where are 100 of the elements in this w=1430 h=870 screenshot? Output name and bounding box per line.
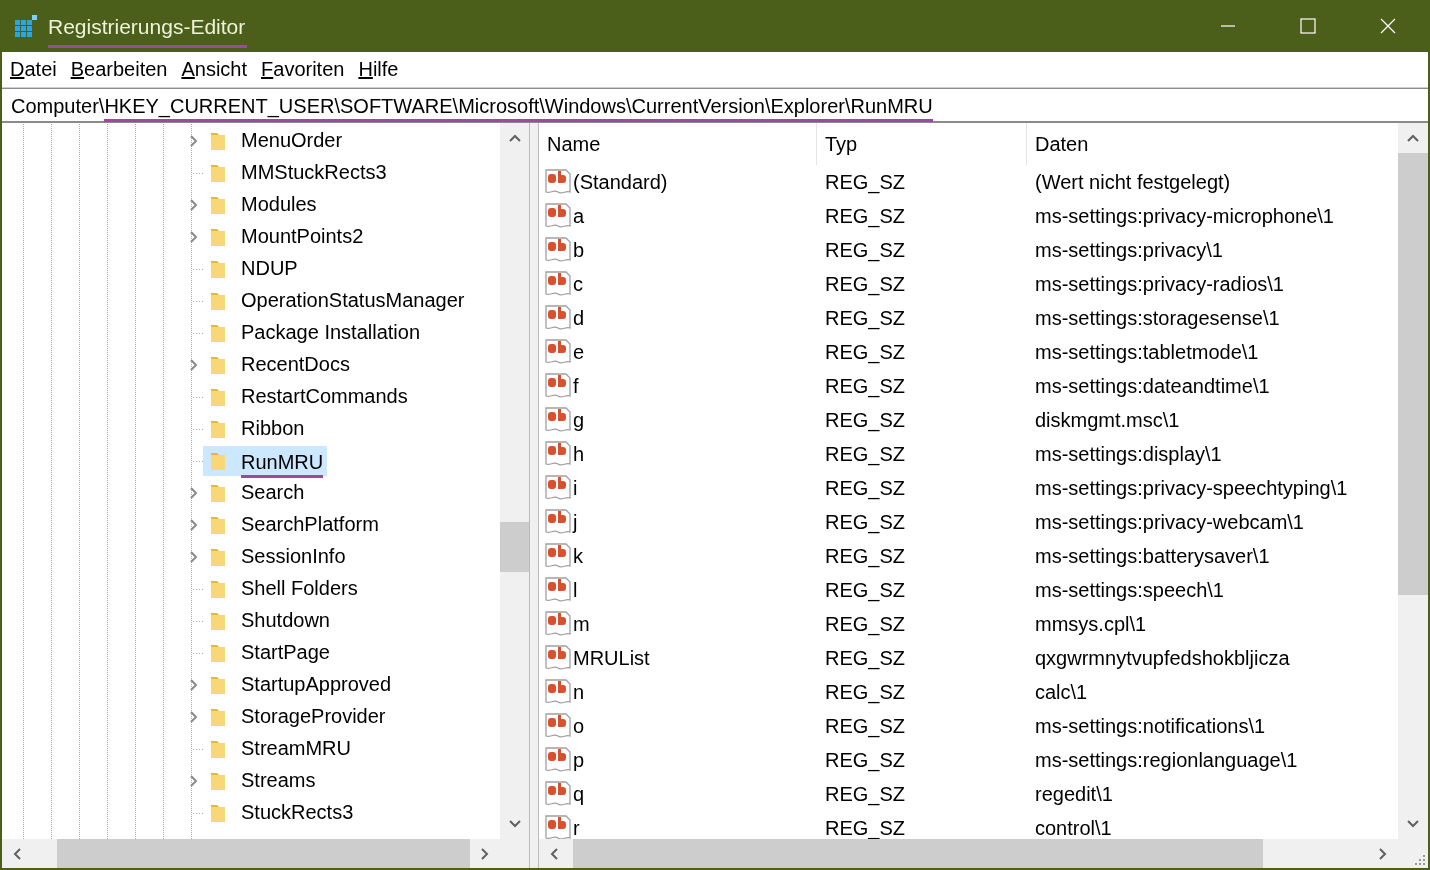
scroll-thumb[interactable]: [1398, 153, 1428, 595]
tree-item[interactable]: MenuOrder: [203, 126, 347, 156]
horizontal-scrollbar[interactable]: [539, 839, 1398, 868]
tree-item[interactable]: Search: [203, 478, 309, 508]
tree-item[interactable]: MountPoints2: [203, 222, 368, 252]
table-cell: q: [573, 782, 585, 806]
string-value-icon: [544, 236, 572, 264]
table-cell: ms-settings:tabletmode\1: [1035, 340, 1259, 364]
table-cell: REG_SZ: [825, 646, 906, 670]
string-value-icon: [544, 270, 572, 298]
table-cell: ms-settings:privacy-radios\1: [1035, 272, 1284, 296]
scroll-right-icon: [480, 846, 490, 861]
maximize-icon: [1300, 18, 1316, 34]
table-cell: ms-settings:display\1: [1035, 442, 1222, 466]
string-value-icon: [544, 644, 572, 672]
tree-item[interactable]: Streams: [203, 766, 320, 796]
tree-item[interactable]: RecentDocs: [203, 350, 354, 380]
folder-icon: [209, 738, 227, 760]
expand-chevron-icon[interactable]: [189, 774, 199, 788]
table-cell: REG_SZ: [825, 408, 906, 432]
menu-item[interactable]: Datei: [10, 58, 57, 81]
folder-icon: [209, 194, 227, 216]
tree-item[interactable]: StartupApproved: [203, 670, 396, 700]
expand-chevron-icon[interactable]: [189, 358, 199, 372]
table-cell: REG_SZ: [825, 748, 906, 772]
tree-item[interactable]: OperationStatusManager: [203, 286, 469, 316]
menu-item[interactable]: Favoriten: [261, 58, 345, 81]
expand-chevron-icon[interactable]: [189, 518, 199, 532]
scroll-up-icon: [507, 133, 522, 143]
vertical-scrollbar[interactable]: [1398, 123, 1428, 839]
expand-chevron-icon[interactable]: [189, 678, 199, 692]
string-value-icon: [544, 814, 572, 839]
tree-item[interactable]: StorageProvider: [203, 702, 390, 732]
folder-icon: [209, 162, 227, 184]
table-cell: REG_SZ: [825, 782, 906, 806]
column-header[interactable]: Name: [539, 123, 817, 165]
vertical-scrollbar[interactable]: [500, 123, 529, 839]
table-cell: o: [573, 714, 585, 738]
address-field[interactable]: Computer\HKEY_CURRENT_USER\SOFTWARE\Microsoft\Windows\CurrentVersion\Explorer\RunMRU: [2, 88, 1428, 122]
expand-chevron-icon[interactable]: [189, 134, 199, 148]
table-cell: REG_SZ: [825, 238, 906, 262]
tree-item[interactable]: StreamMRU: [203, 734, 355, 764]
table-cell: e: [573, 340, 585, 364]
table-cell: p: [573, 748, 585, 772]
tree-item[interactable]: MMStuckRects3: [203, 158, 391, 188]
tree-item[interactable]: Modules: [203, 190, 321, 220]
scroll-thumb[interactable]: [57, 839, 470, 868]
scroll-thumb[interactable]: [573, 839, 1263, 868]
tree-item[interactable]: Shutdown: [203, 606, 334, 636]
tree-item[interactable]: SessionInfo: [203, 542, 350, 572]
string-value-icon: [544, 440, 572, 468]
pane-splitter[interactable]: [529, 123, 539, 868]
tree-item[interactable]: SearchPlatform: [203, 510, 383, 540]
tree-item[interactable]: Package Installation: [203, 318, 424, 348]
tree-item[interactable]: StuckRects3: [203, 798, 358, 828]
string-value-icon: [544, 304, 572, 332]
tree-item[interactable]: Shell Folders: [203, 574, 362, 604]
menu-item[interactable]: Hilfe: [358, 58, 399, 81]
column-header[interactable]: Daten: [1027, 123, 1398, 165]
folder-icon: [209, 386, 227, 408]
folder-icon: [209, 578, 227, 600]
table-cell: ms-settings:privacy-microphone\1: [1035, 204, 1334, 228]
menu-item[interactable]: Bearbeiten: [70, 58, 168, 81]
folder-icon: [209, 642, 227, 664]
resize-grip-icon[interactable]: [1414, 854, 1426, 866]
table-cell: REG_SZ: [825, 578, 906, 602]
folder-icon: [209, 130, 227, 152]
folder-icon: [209, 546, 227, 568]
horizontal-scrollbar[interactable]: [2, 839, 500, 868]
string-value-icon: [544, 678, 572, 706]
scroll-left-icon: [549, 846, 559, 861]
table-cell: n: [573, 680, 585, 704]
expand-chevron-icon[interactable]: [189, 550, 199, 564]
folder-icon: [209, 674, 227, 696]
folder-icon: [209, 482, 227, 504]
tree-item[interactable]: StartPage: [203, 638, 334, 668]
table-cell: (Wert nicht festgelegt): [1035, 170, 1231, 194]
table-cell: k: [573, 544, 583, 568]
table-cell: REG_SZ: [825, 442, 906, 466]
expand-chevron-icon[interactable]: [189, 230, 199, 244]
expand-chevron-icon[interactable]: [189, 198, 199, 212]
table-cell: REG_SZ: [825, 170, 906, 194]
table-cell: m: [573, 612, 590, 636]
expand-chevron-icon[interactable]: [189, 486, 199, 500]
folder-icon: [209, 514, 227, 536]
scroll-left-icon: [12, 846, 22, 861]
table-cell: diskmgmt.msc\1: [1035, 408, 1180, 432]
tree-item[interactable]: RunMRU: [203, 446, 328, 476]
tree-item[interactable]: Ribbon: [203, 414, 309, 444]
table-cell: r: [573, 816, 580, 839]
table-cell: i: [573, 476, 578, 500]
table-cell: c: [573, 272, 583, 296]
table-cell: mmsys.cpl\1: [1035, 612, 1147, 636]
tree-item[interactable]: RestartCommands: [203, 382, 412, 412]
expand-chevron-icon[interactable]: [189, 710, 199, 724]
tree-item[interactable]: NDUP: [203, 254, 302, 284]
scroll-thumb[interactable]: [500, 522, 529, 572]
menu-item[interactable]: Ansicht: [181, 58, 248, 81]
column-header[interactable]: Typ: [817, 123, 1027, 165]
table-cell: REG_SZ: [825, 510, 906, 534]
